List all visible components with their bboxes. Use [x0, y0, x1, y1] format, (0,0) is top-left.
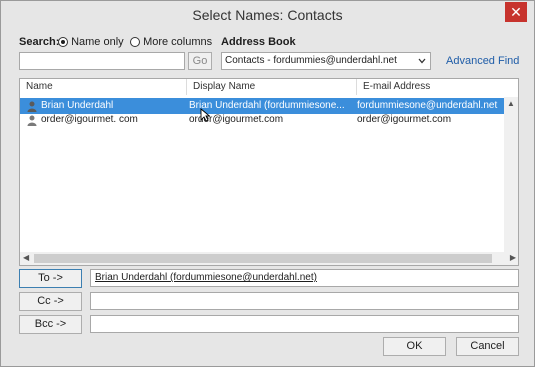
mouse-cursor-icon — [200, 108, 210, 122]
horizontal-scrollbar[interactable]: ◀ ▶ — [20, 252, 518, 265]
to-recipient: Brian Underdahl (fordummiesone@underdahl… — [95, 272, 317, 283]
contacts-list: Name Display Name E-mail Address Brian U… — [19, 78, 519, 266]
dialog-title: Select Names: Contacts — [192, 7, 343, 23]
vertical-scrollbar[interactable]: ▲ ▼ — [504, 97, 518, 265]
search-input[interactable] — [19, 52, 185, 70]
column-header-name[interactable]: Name — [20, 79, 187, 95]
scroll-up-icon[interactable]: ▲ — [507, 99, 515, 108]
chevron-down-icon — [418, 58, 426, 64]
list-item[interactable]: order@igourmet. com order@igourmet.com o… — [20, 112, 505, 128]
address-book-value: Contacts - fordummies@underdahl.net — [225, 55, 397, 66]
ok-button[interactable]: OK — [383, 337, 446, 356]
address-book-label: Address Book — [221, 36, 296, 48]
cc-field[interactable] — [90, 292, 519, 310]
cc-button[interactable]: Cc -> — [19, 292, 82, 311]
radio-name-only-label: Name only — [71, 36, 124, 48]
contact-display-name: order@igourmet.com — [189, 114, 284, 125]
close-icon: ✕ — [510, 4, 522, 20]
search-label: Search: — [19, 36, 60, 48]
go-button[interactable]: Go — [188, 52, 212, 70]
scroll-left-icon[interactable]: ◀ — [23, 253, 29, 262]
close-button[interactable]: ✕ — [505, 2, 527, 22]
radio-unselected-icon — [130, 37, 140, 47]
radio-more-columns-label: More columns — [143, 36, 213, 48]
contact-email: order@igourmet.com — [357, 114, 452, 125]
address-book-select[interactable]: Contacts - fordummies@underdahl.net — [221, 52, 431, 70]
cancel-button[interactable]: Cancel — [456, 337, 519, 356]
person-icon — [27, 115, 37, 126]
bcc-button[interactable]: Bcc -> — [19, 315, 82, 334]
bcc-field[interactable] — [90, 315, 519, 333]
scroll-right-icon[interactable]: ▶ — [510, 253, 516, 262]
scroll-thumb[interactable] — [34, 254, 492, 263]
to-field[interactable]: Brian Underdahl (fordummiesone@underdahl… — [90, 269, 519, 287]
to-button[interactable]: To -> — [19, 269, 82, 288]
column-header-email[interactable]: E-mail Address — [357, 79, 518, 95]
title-bar: Select Names: Contacts ✕ — [1, 1, 534, 29]
column-header-display-name[interactable]: Display Name — [187, 79, 357, 95]
radio-more-columns[interactable]: More columns — [130, 36, 212, 48]
person-icon — [27, 101, 37, 112]
select-names-dialog: Select Names: Contacts ✕ Search: Name on… — [0, 0, 535, 367]
radio-name-only[interactable]: Name only — [58, 36, 124, 48]
contact-name: order@igourmet. com — [41, 114, 138, 125]
advanced-find-link[interactable]: Advanced Find — [446, 55, 519, 67]
radio-selected-icon — [58, 37, 68, 47]
